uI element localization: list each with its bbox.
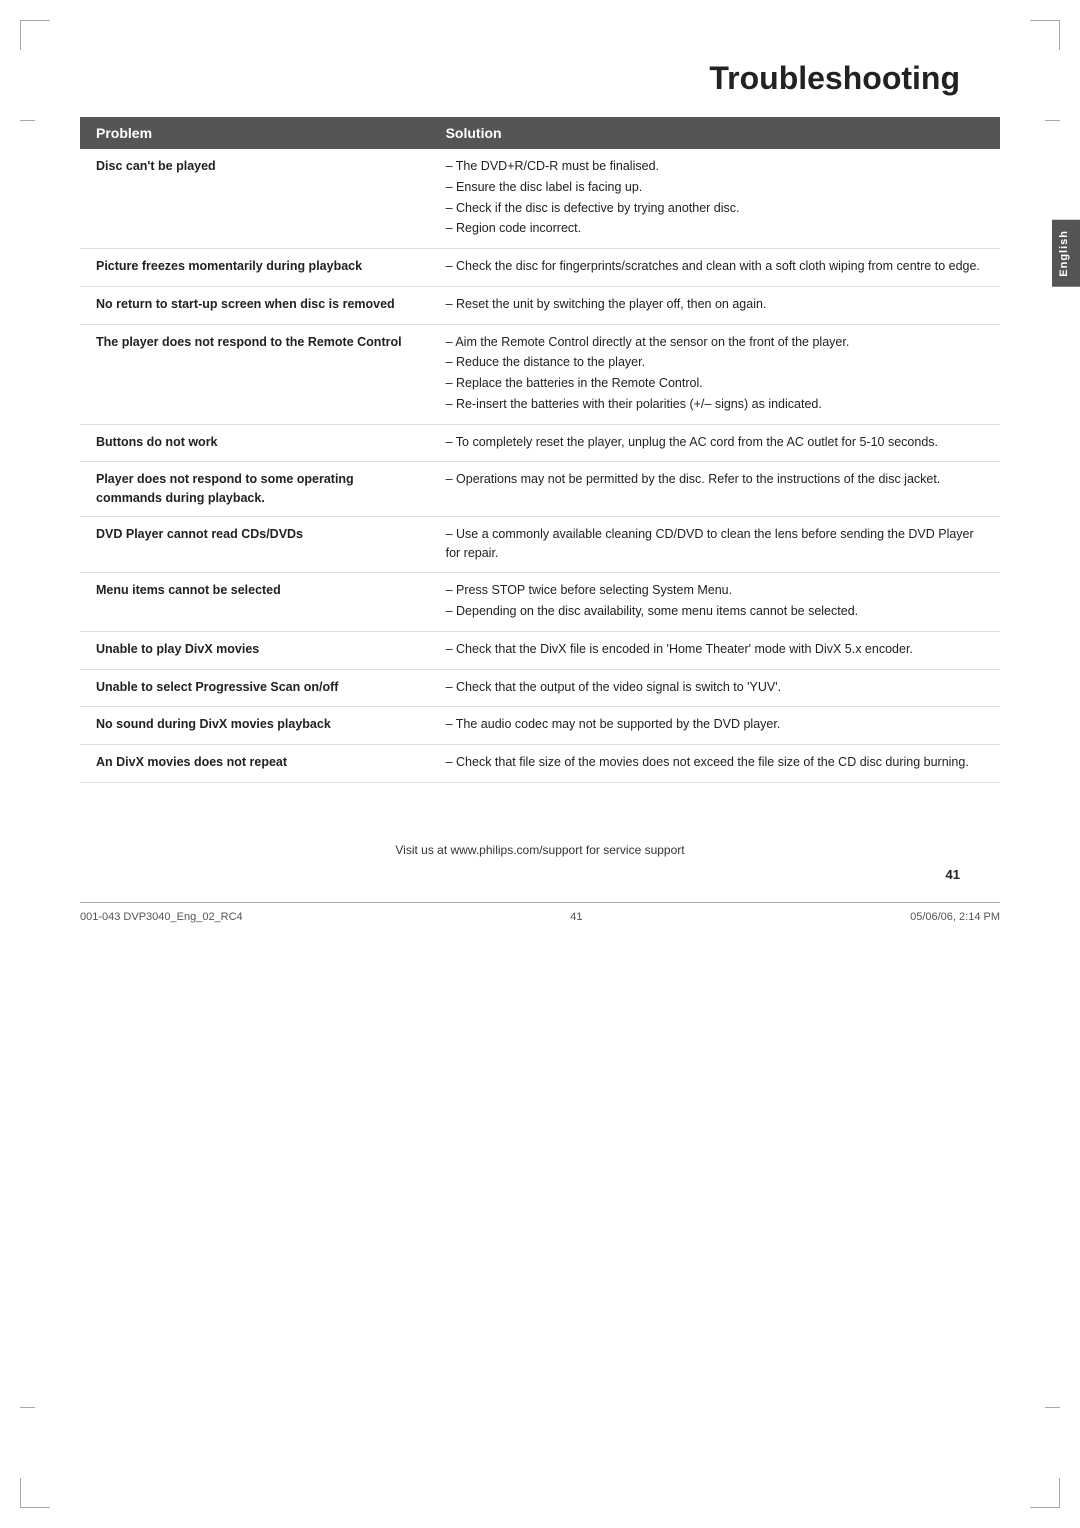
footer-right: 05/06/06, 2:14 PM	[910, 911, 1000, 923]
table-row: No return to start-up screen when disc i…	[80, 286, 1000, 324]
problem-cell-6: DVD Player cannot read CDs/DVDs	[80, 516, 430, 573]
problem-header: Problem	[80, 117, 430, 149]
language-tab: English	[1052, 220, 1080, 287]
problem-cell-3: The player does not respond to the Remot…	[80, 324, 430, 424]
corner-mark-bl	[20, 1478, 50, 1508]
table-row: DVD Player cannot read CDs/DVDs Use a com…	[80, 516, 1000, 573]
problem-cell-2: No return to start-up screen when disc i…	[80, 286, 430, 324]
solution-item-3-1: Reduce the distance to the player.	[446, 353, 984, 372]
corner-mark-tl	[20, 20, 50, 50]
solution-cell-6: Use a commonly available cleaning CD/DVD…	[430, 516, 1000, 573]
solution-item-0-2: Check if the disc is defective by trying…	[446, 199, 984, 218]
table-row: Unable to play DivX movies Check that the…	[80, 631, 1000, 669]
problem-cell-4: Buttons do not work	[80, 424, 430, 462]
problem-cell-10: No sound during DivX movies playback	[80, 707, 430, 745]
solution-cell-1: Check the disc for fingerprints/scratche…	[430, 249, 1000, 287]
solution-item-0-3: Region code incorrect.	[446, 219, 984, 238]
page-number: 41	[80, 867, 960, 882]
page-container: English Troubleshooting Problem Solution…	[0, 0, 1080, 1528]
solution-item-3-0: Aim the Remote Control directly at the s…	[446, 333, 984, 352]
problem-cell-9: Unable to select Progressive Scan on/off	[80, 669, 430, 707]
corner-mark-br	[1030, 1478, 1060, 1508]
table-row: An DivX movies does not repeat Check that…	[80, 745, 1000, 783]
tick-left-bottom	[20, 1407, 35, 1408]
solution-item-0-1: Ensure the disc label is facing up.	[446, 178, 984, 197]
table-row: Player does not respond to some operatin…	[80, 462, 1000, 517]
solution-cell-5: Operations may not be permitted by the d…	[430, 462, 1000, 517]
problem-cell-7: Menu items cannot be selected	[80, 573, 430, 632]
solution-item-5-0: Operations may not be permitted by the d…	[446, 470, 984, 489]
solution-item-4-0: To completely reset the player, unplug t…	[446, 433, 984, 452]
solution-item-3-2: Replace the batteries in the Remote Cont…	[446, 374, 984, 393]
table-header-row: Problem Solution	[80, 117, 1000, 149]
solution-item-7-0: Press STOP twice before selecting System…	[446, 581, 984, 600]
problem-cell-0: Disc can't be played	[80, 149, 430, 249]
solution-cell-2: Reset the unit by switching the player o…	[430, 286, 1000, 324]
solution-item-7-1: Depending on the disc availability, some…	[446, 602, 984, 621]
footer-url: Visit us at www.philips.com/support for …	[80, 843, 1000, 857]
solution-cell-0: The DVD+R/CD-R must be finalised. Ensure …	[430, 149, 1000, 249]
table-row: The player does not respond to the Remot…	[80, 324, 1000, 424]
solution-item-1-0: Check the disc for fingerprints/scratche…	[446, 257, 984, 276]
solution-cell-9: Check that the output of the video signa…	[430, 669, 1000, 707]
problem-cell-8: Unable to play DivX movies	[80, 631, 430, 669]
tick-right-top	[1045, 120, 1060, 121]
troubleshoot-table: Problem Solution Disc can't be playedThe…	[80, 117, 1000, 783]
table-row: No sound during DivX movies playback The …	[80, 707, 1000, 745]
solution-cell-7: Press STOP twice before selecting System…	[430, 573, 1000, 632]
table-row: Picture freezes momentarily during playb…	[80, 249, 1000, 287]
footer-left: 001-043 DVP3040_Eng_02_RC4	[80, 911, 243, 923]
tick-left-top	[20, 120, 35, 121]
solution-cell-4: To completely reset the player, unplug t…	[430, 424, 1000, 462]
solution-cell-11: Check that file size of the movies does …	[430, 745, 1000, 783]
corner-mark-tr	[1030, 20, 1060, 50]
page-title: Troubleshooting	[80, 60, 1000, 97]
solution-item-10-0: The audio codec may not be supported by …	[446, 715, 984, 734]
solution-header: Solution	[430, 117, 1000, 149]
solution-item-11-0: Check that file size of the movies does …	[446, 753, 984, 772]
footer-center: 41	[570, 911, 582, 923]
solution-cell-3: Aim the Remote Control directly at the s…	[430, 324, 1000, 424]
solution-item-2-0: Reset the unit by switching the player o…	[446, 295, 984, 314]
solution-item-0-0: The DVD+R/CD-R must be finalised.	[446, 157, 984, 176]
table-row: Menu items cannot be selected Press STOP …	[80, 573, 1000, 632]
solution-cell-8: Check that the DivX file is encoded in '…	[430, 631, 1000, 669]
solution-cell-10: The audio codec may not be supported by …	[430, 707, 1000, 745]
footer-bottom: 001-043 DVP3040_Eng_02_RC4 41 05/06/06, …	[80, 902, 1000, 923]
solution-item-9-0: Check that the output of the video signa…	[446, 678, 984, 697]
problem-cell-5: Player does not respond to some operatin…	[80, 462, 430, 517]
problem-cell-11: An DivX movies does not repeat	[80, 745, 430, 783]
solution-item-3-3: Re-insert the batteries with their polar…	[446, 395, 984, 414]
table-row: Buttons do not work To completely reset t…	[80, 424, 1000, 462]
tick-right-bottom	[1045, 1407, 1060, 1408]
table-row: Disc can't be playedThe DVD+R/CD-R must …	[80, 149, 1000, 249]
table-row: Unable to select Progressive Scan on/off…	[80, 669, 1000, 707]
solution-item-8-0: Check that the DivX file is encoded in '…	[446, 640, 984, 659]
solution-item-6-0: Use a commonly available cleaning CD/DVD…	[446, 525, 984, 563]
problem-cell-1: Picture freezes momentarily during playb…	[80, 249, 430, 287]
